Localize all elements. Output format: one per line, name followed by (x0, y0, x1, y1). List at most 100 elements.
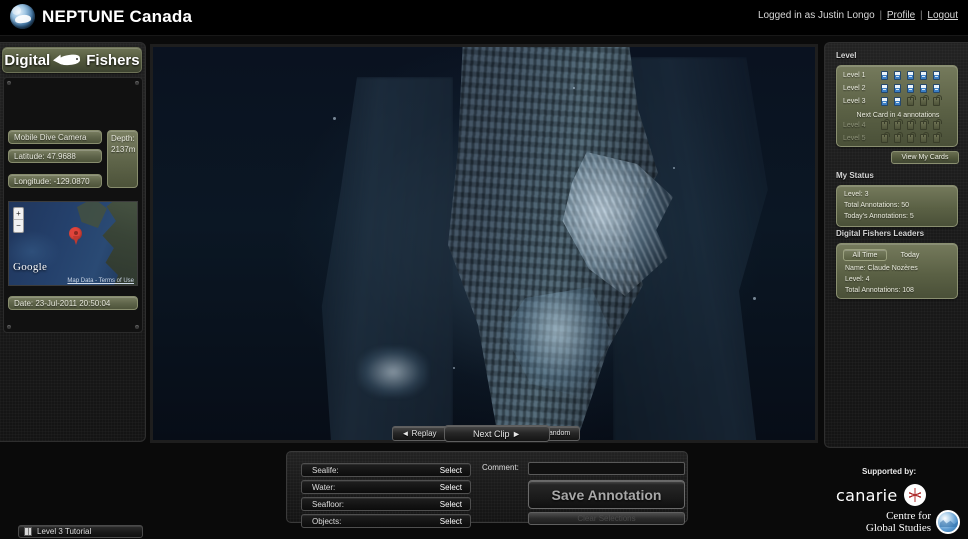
link-separator-1: | (879, 10, 883, 21)
zoom-in-icon[interactable]: + (14, 208, 23, 219)
level-2-cards[interactable] (881, 84, 940, 93)
digital-fishers-app: NEPTUNE Canada Logged in as Justin Longo… (0, 0, 968, 539)
tab-today[interactable]: Today (893, 249, 927, 261)
field-select-value[interactable]: Select (440, 500, 462, 509)
field-select-value[interactable]: Select (440, 483, 462, 492)
digital-fishers-banner: Digital Fishers (2, 47, 142, 73)
marine-snow-particle (573, 87, 575, 89)
top-header-bar: NEPTUNE Canada Logged in as Justin Longo… (0, 0, 968, 36)
screw-icon (7, 81, 11, 85)
level-3-cards[interactable] (881, 95, 942, 106)
video-player[interactable] (150, 44, 818, 443)
left-sidebar-panel: Digital Fishers Mobile Dive Camera Latit… (0, 42, 146, 442)
level-row-2-label: Level 2 (843, 85, 866, 92)
clip-date-field: Date: 23-Jul-2011 20:50:04 (8, 296, 138, 310)
status-today-annotations: Today's Annotations: 5 (844, 213, 914, 220)
status-level: Level: 3 (844, 191, 869, 198)
card-icon[interactable] (894, 84, 901, 93)
map-terms-link[interactable]: Map Data - Terms of Use (67, 278, 134, 284)
zoom-out-icon[interactable]: − (14, 220, 23, 231)
level-4-cards (881, 119, 942, 130)
view-my-cards-button[interactable]: View My Cards (891, 151, 959, 164)
card-icon[interactable] (920, 71, 927, 80)
screw-icon (7, 325, 11, 329)
field-label: Water: (312, 482, 336, 492)
field-select-value[interactable]: Select (440, 466, 462, 475)
level-progress-box: Level 1 Level 2 Level 3 Level 4 Level 5 … (836, 65, 958, 147)
my-status-box: Level: 3 Total Annotations: 50 Today's A… (836, 185, 958, 227)
card-icon[interactable] (933, 84, 940, 93)
logged-in-text: Logged in as Justin Longo (757, 10, 875, 21)
next-clip-button[interactable]: Next Clip ► (444, 425, 550, 442)
annotation-field-water[interactable]: Water: Select (301, 480, 471, 494)
annotation-field-seafloor[interactable]: Seafloor: Select (301, 497, 471, 511)
lock-icon (894, 119, 903, 130)
card-icon[interactable] (881, 71, 888, 80)
depth-field: Depth: 2137m (107, 130, 138, 188)
lock-icon (933, 119, 942, 130)
save-annotation-button[interactable]: Save Annotation (528, 480, 685, 509)
location-map[interactable]: + − Google Map Data - Terms of Use (8, 201, 138, 286)
level-row-3-label: Level 3 (843, 98, 866, 105)
comment-input[interactable] (528, 462, 685, 475)
centre-global-studies-logo: Centre for Global Studies (832, 509, 960, 535)
canarie-wordmark: canarie (836, 485, 898, 505)
cgs-globe-icon (936, 510, 960, 534)
level-tutorial-button[interactable]: Level 3 Tutorial (18, 525, 143, 538)
card-icon[interactable] (933, 71, 940, 80)
leader-total-annotations: Total Annotations: 108 (845, 287, 914, 294)
tab-all-time[interactable]: All Time (843, 249, 887, 261)
card-icon[interactable] (881, 84, 888, 93)
map-zoom-control[interactable]: + − (13, 207, 24, 233)
link-separator-2: | (920, 10, 923, 21)
longitude-field: Longitude: -129.0870 (8, 174, 102, 188)
card-icon[interactable] (894, 97, 901, 106)
comment-label: Comment: (482, 463, 519, 472)
level-row-5-label: Level 5 (843, 135, 866, 142)
logout-link[interactable]: Logout (927, 10, 958, 21)
my-status-title: My Status (836, 171, 874, 180)
latitude-field: Latitude: 47.9688 (8, 149, 102, 163)
field-label: Seafloor: (312, 499, 345, 509)
book-icon (24, 527, 32, 536)
level-1-cards[interactable] (881, 71, 940, 80)
card-icon[interactable] (907, 71, 914, 80)
field-select-value[interactable]: Select (440, 517, 462, 526)
annotation-field-objects[interactable]: Objects: Select (301, 514, 471, 528)
depth-label: Depth: (111, 134, 135, 143)
clear-selections-button[interactable]: Clear Selections (528, 512, 685, 525)
status-total-annotations: Total Annotations: 50 (844, 202, 909, 209)
canarie-mark-icon (903, 484, 926, 506)
next-card-progress: Next Card in 4 annotations (856, 112, 940, 119)
field-label: Objects: (312, 516, 342, 526)
card-icon[interactable] (920, 84, 927, 93)
globe-icon (10, 4, 35, 29)
banner-word-digital: Digital (4, 51, 51, 69)
profile-link[interactable]: Profile (887, 10, 915, 21)
map-marker-icon (69, 227, 82, 246)
map-landmass-secondary (77, 202, 107, 228)
level-section-title: Level (836, 51, 857, 60)
banner-word-fishers: Fishers (86, 51, 140, 69)
canarie-logo: canarie (836, 483, 956, 507)
camera-name-field: Mobile Dive Camera (8, 130, 102, 144)
sponsors-section: Supported by: canarie Centre for Global … (824, 455, 968, 539)
card-icon[interactable] (894, 71, 901, 80)
cgs-wordmark: Centre for Global Studies (832, 510, 931, 534)
card-icon[interactable] (907, 84, 914, 93)
brand-logo: NEPTUNE Canada (10, 4, 192, 29)
level-tutorial-label: Level 3 Tutorial (37, 527, 92, 536)
lock-icon (920, 95, 929, 106)
annotation-field-sealife[interactable]: Sealife: Select (301, 463, 471, 477)
lock-icon (933, 132, 942, 143)
brand-title: NEPTUNE Canada (42, 6, 193, 26)
marine-snow-particle (673, 167, 675, 169)
replay-button[interactable]: ◄ Replay (392, 426, 446, 441)
field-label: Sealife: (312, 465, 339, 475)
marine-snow-particle (453, 367, 455, 369)
lock-icon (894, 132, 903, 143)
level-row-4-label: Level 4 (843, 122, 866, 129)
left-sidebar: Digital Fishers Mobile Dive Camera Latit… (0, 36, 148, 539)
card-icon[interactable] (881, 97, 888, 106)
vent-specular-left (358, 347, 428, 397)
